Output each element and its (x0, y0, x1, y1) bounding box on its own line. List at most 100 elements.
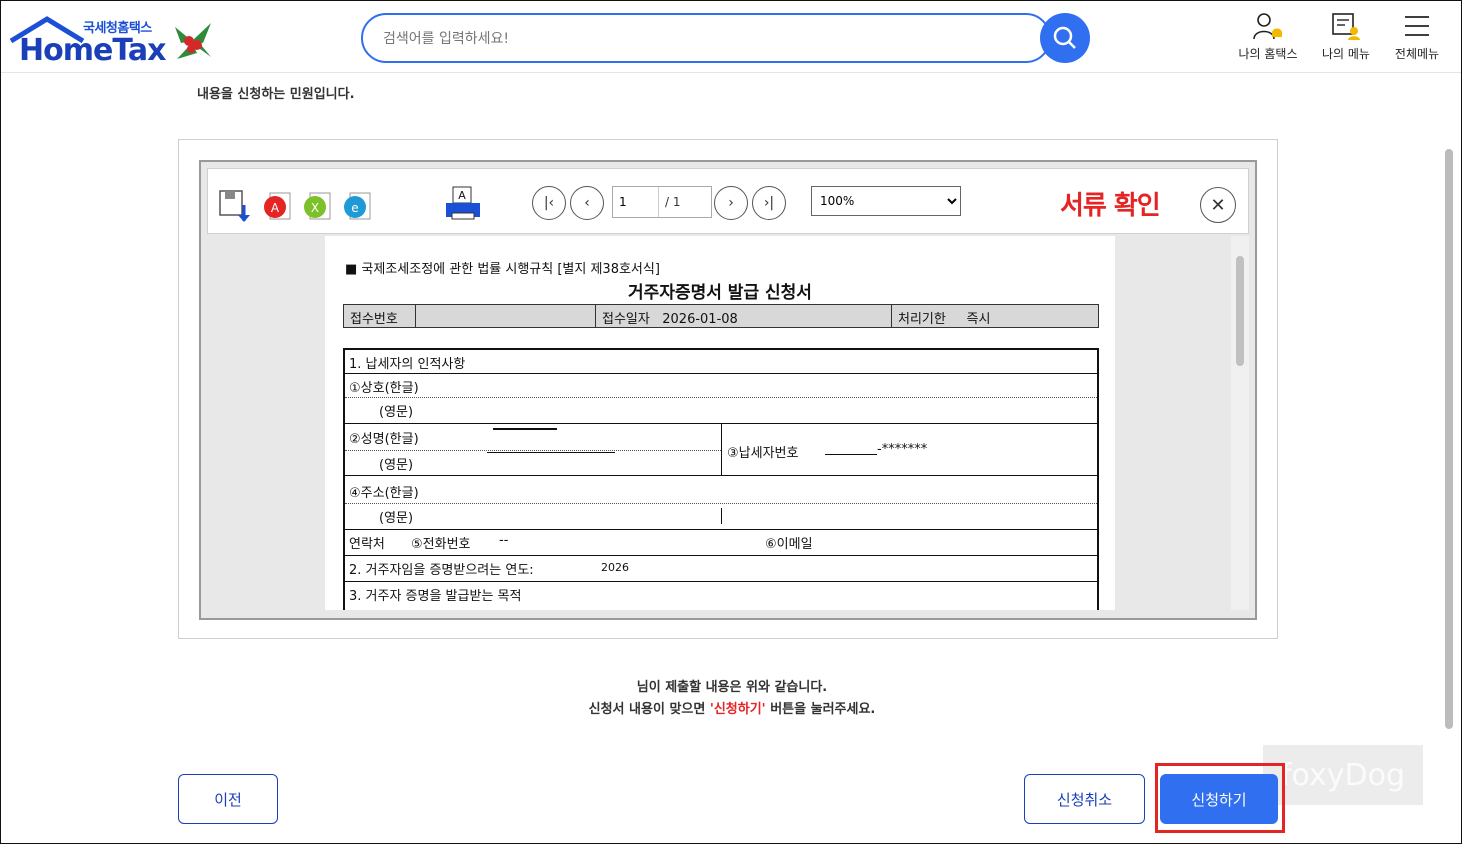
notice-line2-prefix: 신청서 내용이 맞으면 (588, 702, 710, 717)
phone-value: -- (499, 533, 509, 548)
first-page-icon: |‹ (543, 195, 555, 211)
page-scrollbar[interactable] (1443, 141, 1455, 731)
intro-text: 내용을 신청하는 민원입니다. (197, 87, 355, 102)
company-kr-row: ①상호(한글) (345, 374, 1097, 398)
company-en-row: (영문) (345, 398, 1097, 424)
processing-label: 처리기한 (898, 312, 946, 327)
all-menu[interactable]: 전체메뉴 (1377, 11, 1457, 62)
year-value: 2026 (601, 561, 629, 574)
taxpayer-no-label: ③납세자번호 (727, 446, 799, 461)
my-menu[interactable]: 나의 메뉴 (1306, 11, 1386, 62)
form-title: 거주자증명서 발급 신청서 (628, 283, 812, 303)
chevron-left-icon: ‹ (584, 195, 590, 211)
submission-notice: 님이 제출할 내용은 위와 같습니다. 신청서 내용이 맞으면 '신청하기' 버… (1, 677, 1461, 721)
zoom-select[interactable]: 100% (811, 186, 961, 216)
notice-line1: 님이 제출할 내용은 위와 같습니다. (636, 680, 828, 695)
notice-line2: 신청서 내용이 맞으면 '신청하기' 버튼을 눌러주세요. (1, 699, 1461, 721)
phone-label: ⑤전화번호 (411, 537, 471, 552)
page-number-input[interactable] (613, 187, 659, 217)
close-icon: ✕ (1210, 194, 1226, 216)
receipt-row: 접수번호 접수일자 2026-01-08 처리기한 즉시 (343, 304, 1099, 328)
search-box (361, 13, 1051, 63)
holly-decoration-icon (175, 23, 211, 59)
my-hometax-label: 나의 홈택스 (1238, 47, 1298, 61)
processing-value: 즉시 (966, 312, 991, 327)
hwp-export-icon[interactable]: e (342, 189, 376, 223)
address-en-row: (영문) (345, 504, 1097, 530)
receipt-date-label: 접수일자 (602, 312, 650, 327)
watermark: foxyDog (1263, 745, 1423, 805)
submit-highlight-box (1155, 763, 1285, 833)
search-icon (1053, 26, 1076, 49)
svg-text:A: A (458, 189, 466, 202)
company-kr-label: ①상호(한글) (349, 381, 419, 396)
email-label: ⑥이메일 (765, 537, 813, 552)
user-bell-icon (1253, 13, 1282, 40)
viewer-container: A X e A |‹ ‹ 1 / 1 › ›| 100% 서류 확인 ✕ ■ 국… (178, 139, 1278, 639)
chevron-right-icon: › (728, 195, 734, 211)
document-scroll-thumb[interactable] (1236, 256, 1244, 366)
close-viewer-button[interactable]: ✕ (1200, 187, 1236, 223)
page-total: / 1 (665, 195, 681, 209)
company-en-label: (영문) (379, 405, 414, 420)
taxpayer-no-blank (825, 454, 877, 455)
print-icon[interactable]: A (444, 185, 482, 223)
notice-line2-emphasis: '신청하기' (709, 702, 766, 717)
applicant-table: 1. 납세자의 인적사항 ①상호(한글) (영문) ②성명(한글) (영문) ③… (343, 348, 1099, 610)
receipt-date-cell: 접수일자 2026-01-08 (596, 305, 892, 327)
prev-button[interactable]: 이전 (178, 774, 278, 824)
svg-text:A: A (271, 201, 280, 215)
search-input[interactable] (383, 27, 983, 51)
first-page-button[interactable]: |‹ (532, 186, 566, 220)
prev-page-button[interactable]: ‹ (570, 186, 604, 220)
notice-line2-suffix: 버튼을 눌러주세요. (765, 702, 876, 717)
save-download-icon[interactable] (218, 189, 252, 223)
address-divider (721, 508, 722, 524)
address-kr-row: ④주소(한글) (345, 476, 1097, 504)
header: 국세청홈택스 HomeTax 검색어를 입력하세요! 나의 홈택스 나의 메뉴 … (1, 1, 1461, 73)
menu-user-icon (1332, 13, 1360, 40)
contact-row: 연락처 ⑤전화번호 -- ⑥이메일 (345, 530, 1097, 556)
document-page: ■ 국제조세조정에 관한 법률 시행규칙 [별지 제38호서식] 거주자증명서 … (325, 236, 1115, 610)
document-area: ■ 국제조세조정에 관한 법률 시행규칙 [별지 제38호서식] 거주자증명서 … (207, 236, 1249, 610)
my-hometax-menu[interactable]: 나의 홈택스 (1228, 11, 1308, 62)
contact-label: 연락처 (349, 537, 385, 552)
taxpayer-no-value: -******* (877, 442, 928, 457)
processing-cell: 처리기한 즉시 (892, 305, 1098, 327)
name-en-label: (영문) (379, 458, 414, 473)
receipt-no-label: 접수번호 (344, 305, 416, 327)
form-header: ■ 국제조세조정에 관한 법률 시행규칙 [별지 제38호서식] (345, 262, 660, 277)
purpose-row: 3. 거주자 증명을 발급받는 목적 (345, 582, 1097, 606)
name-row: ②성명(한글) (영문) ③납세자번호 -******* (345, 424, 1097, 476)
receipt-no-value (416, 305, 596, 327)
cancel-application-button[interactable]: 신청취소 (1024, 774, 1145, 824)
address-kr-label: ④주소(한글) (349, 486, 419, 501)
section2-title: 2. 거주자임을 증명받으려는 연도: (349, 563, 534, 578)
page-frame: 국세청홈택스 HomeTax 검색어를 입력하세요! 나의 홈택스 나의 메뉴 … (0, 0, 1462, 844)
hamburger-icon (1405, 16, 1429, 36)
page-indicator: / 1 (612, 186, 712, 218)
address-en-label: (영문) (379, 511, 414, 526)
document-check-label: 서류 확인 (1060, 191, 1161, 221)
section1-row: 1. 납세자의 인적사항 (345, 350, 1097, 374)
last-page-icon: ›| (763, 195, 775, 211)
document-scrollbar[interactable] (1231, 236, 1249, 610)
receipt-date-value: 2026-01-08 (662, 312, 738, 327)
document-viewer: A X e A |‹ ‹ 1 / 1 › ›| 100% 서류 확인 ✕ ■ 국… (199, 160, 1257, 620)
hometax-logo[interactable]: 국세청홈택스 HomeTax (7, 13, 222, 71)
search-button[interactable] (1040, 13, 1090, 63)
svg-text:e: e (351, 201, 358, 215)
name-en-blank (487, 452, 615, 453)
page-scroll-thumb[interactable] (1445, 149, 1453, 729)
name-divider (345, 450, 721, 451)
next-page-button[interactable]: › (714, 186, 748, 220)
taxpayer-divider (721, 424, 722, 476)
last-page-button[interactable]: ›| (752, 186, 786, 220)
excel-export-icon[interactable]: X (302, 189, 336, 223)
pdf-export-icon[interactable]: A (262, 189, 296, 223)
name-kr-label: ②성명(한글) (349, 432, 419, 447)
section3-title: 3. 거주자 증명을 발급받는 목적 (349, 589, 522, 604)
viewer-toolbar: A X e A |‹ ‹ 1 / 1 › ›| 100% 서류 확인 ✕ (207, 168, 1249, 234)
my-menu-label: 나의 메뉴 (1322, 47, 1370, 61)
svg-text:X: X (311, 201, 319, 215)
